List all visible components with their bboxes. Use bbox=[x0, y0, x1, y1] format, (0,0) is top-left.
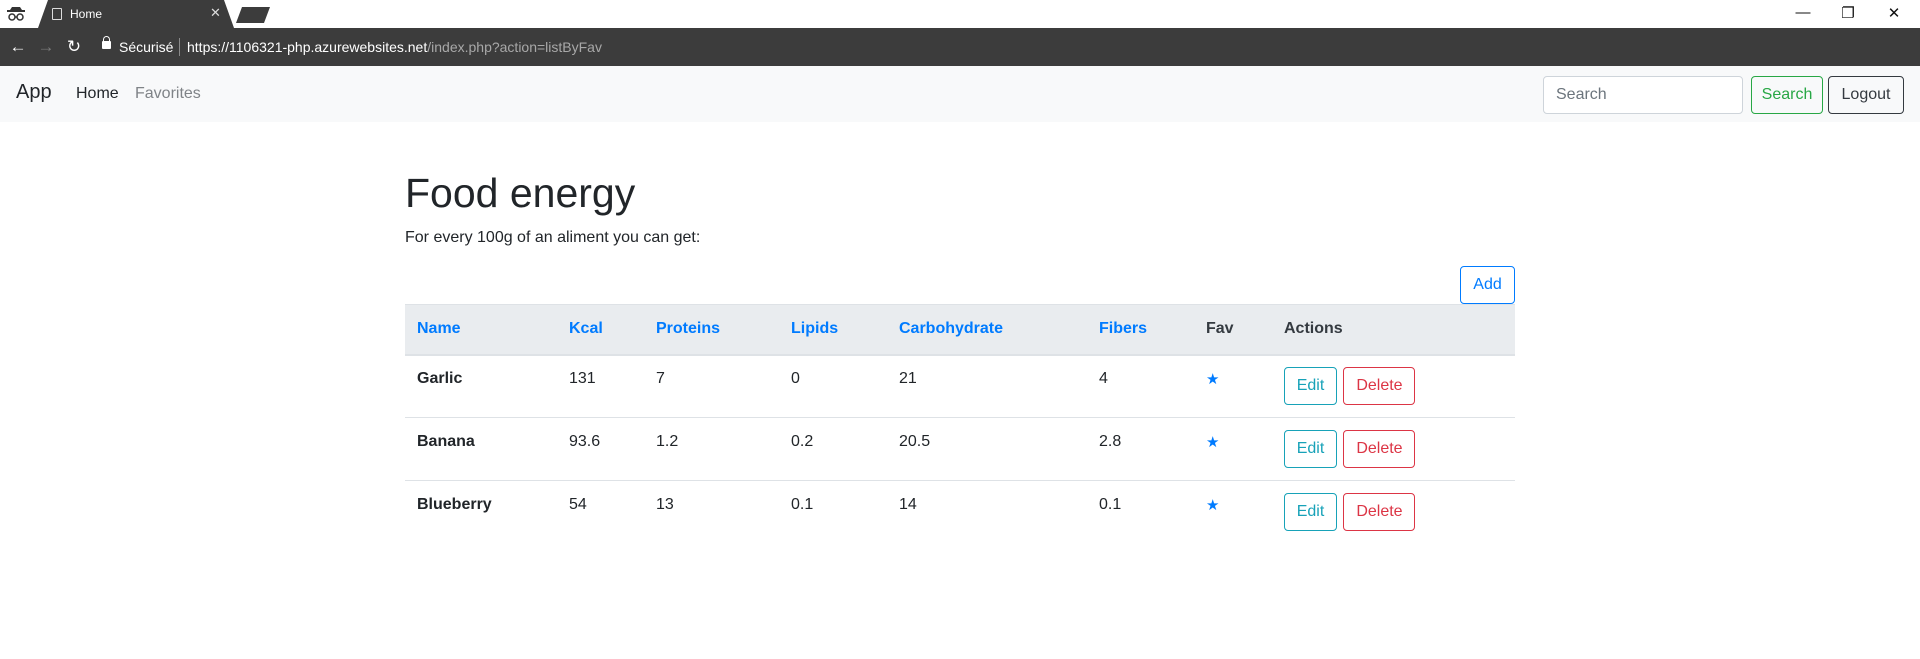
navbar-brand[interactable]: App bbox=[16, 81, 52, 104]
address-bar[interactable]: Sécurisé https://1106321-php.azurewebsit… bbox=[96, 33, 1876, 61]
delete-button[interactable]: Delete bbox=[1343, 367, 1416, 406]
column-header-carbohydrate[interactable]: Carbohydrate bbox=[887, 304, 1087, 356]
food-name: Banana bbox=[417, 433, 475, 450]
column-header-lipids[interactable]: Lipids bbox=[779, 304, 887, 356]
browser-tab-home[interactable]: Home ✕ bbox=[38, 0, 234, 28]
forward-arrow-icon[interactable]: → bbox=[36, 37, 56, 57]
url-path: /index.php?action=listByFav bbox=[427, 39, 602, 55]
browser-titlebar: Home ✕ — ❐ ✕ bbox=[0, 0, 1920, 28]
search-input[interactable] bbox=[1543, 76, 1743, 114]
minimize-icon[interactable]: — bbox=[1793, 4, 1813, 21]
carbohydrate-value: 20.5 bbox=[899, 433, 931, 450]
page-title: Food energy bbox=[405, 170, 636, 216]
column-header-name[interactable]: Name bbox=[405, 304, 557, 356]
lock-icon bbox=[102, 36, 111, 49]
page-icon bbox=[52, 8, 62, 20]
reload-icon[interactable]: ↻ bbox=[64, 37, 84, 57]
fibers-value: 4 bbox=[1099, 370, 1108, 388]
star-icon[interactable]: ★ bbox=[1206, 434, 1219, 451]
cell-lipids: 0.1 bbox=[779, 480, 887, 544]
page-subtitle: For every 100g of an aliment you can get… bbox=[405, 229, 701, 246]
cell-fav: ★ bbox=[1194, 354, 1272, 418]
new-tab-button[interactable] bbox=[236, 7, 270, 23]
cell-actions: Edit Delete bbox=[1272, 417, 1515, 481]
food-table: Name Kcal Proteins Lipids Carbohydrate F… bbox=[405, 304, 1515, 544]
cell-proteins: 7 bbox=[644, 354, 779, 418]
lipids-value: 0 bbox=[791, 370, 800, 388]
url-host: https://1106321-php.azurewebsites.net bbox=[187, 39, 428, 55]
food-name: Garlic bbox=[417, 370, 463, 388]
cell-kcal: 131 bbox=[557, 354, 644, 418]
food-name: Blueberry bbox=[417, 496, 492, 514]
carbohydrate-value: 21 bbox=[899, 370, 917, 388]
edit-button[interactable]: Edit bbox=[1284, 367, 1337, 406]
delete-button[interactable]: Delete bbox=[1343, 430, 1416, 468]
column-header-proteins[interactable]: Proteins bbox=[644, 304, 779, 356]
delete-button[interactable]: Delete bbox=[1343, 493, 1416, 532]
cell-lipids: 0.2 bbox=[779, 417, 887, 481]
add-button[interactable]: Add bbox=[1460, 266, 1515, 304]
lipids-value: 0.2 bbox=[791, 433, 814, 450]
logout-button[interactable]: Logout bbox=[1828, 76, 1904, 114]
cell-kcal: 93.6 bbox=[557, 417, 644, 481]
cell-fav: ★ bbox=[1194, 480, 1272, 544]
proteins-value: 7 bbox=[656, 370, 665, 388]
table-row: Banana 93.6 1.2 0.2 20.5 2.8 ★ Edit Dele… bbox=[405, 417, 1515, 481]
url-text: https://1106321-php.azurewebsites.net/in… bbox=[187, 39, 602, 55]
incognito-icon bbox=[7, 7, 25, 21]
column-header-fibers[interactable]: Fibers bbox=[1087, 304, 1194, 356]
search-button[interactable]: Search bbox=[1751, 76, 1823, 114]
nav-link-favorites[interactable]: Favorites bbox=[135, 85, 201, 103]
cell-fav: ★ bbox=[1194, 417, 1272, 481]
close-icon[interactable]: ✕ bbox=[1884, 4, 1904, 22]
kcal-value: 54 bbox=[569, 496, 587, 514]
app-navbar: App Home Favorites Search Logout bbox=[0, 66, 1920, 122]
column-header-actions: Actions bbox=[1272, 304, 1515, 356]
star-icon[interactable]: ★ bbox=[1206, 497, 1219, 514]
cell-kcal: 54 bbox=[557, 480, 644, 544]
close-icon[interactable]: ✕ bbox=[210, 5, 221, 21]
star-icon[interactable]: ★ bbox=[1206, 371, 1219, 388]
nav-link-home[interactable]: Home bbox=[76, 85, 119, 103]
column-header-fav: Fav bbox=[1194, 304, 1272, 356]
cell-actions: Edit Delete bbox=[1272, 480, 1515, 544]
proteins-value: 13 bbox=[656, 496, 674, 514]
table-header-row: Name Kcal Proteins Lipids Carbohydrate F… bbox=[405, 304, 1515, 356]
back-arrow-icon[interactable]: ← bbox=[8, 37, 28, 57]
fibers-value: 0.1 bbox=[1099, 496, 1122, 514]
proteins-value: 1.2 bbox=[656, 433, 679, 450]
cell-lipids: 0 bbox=[779, 354, 887, 418]
secure-label: Sécurisé bbox=[119, 39, 174, 55]
cell-name: Garlic bbox=[405, 354, 557, 418]
cell-carbohydrate: 20.5 bbox=[887, 417, 1087, 481]
cell-carbohydrate: 14 bbox=[887, 480, 1087, 544]
cell-fibers: 4 bbox=[1087, 354, 1194, 418]
cell-proteins: 13 bbox=[644, 480, 779, 544]
kcal-value: 93.6 bbox=[569, 433, 601, 450]
tab-title: Home bbox=[70, 7, 103, 21]
browser-toolbar: ← → ↻ Sécurisé https://1106321-php.azure… bbox=[0, 28, 1920, 66]
cell-name: Banana bbox=[405, 417, 557, 481]
edit-button[interactable]: Edit bbox=[1284, 493, 1337, 532]
table-row: Garlic 131 7 0 21 4 ★ Edit Delete bbox=[405, 354, 1515, 418]
kcal-value: 131 bbox=[569, 370, 596, 388]
cell-fibers: 2.8 bbox=[1087, 417, 1194, 481]
cell-proteins: 1.2 bbox=[644, 417, 779, 481]
address-separator bbox=[179, 38, 180, 56]
restore-icon[interactable]: ❐ bbox=[1838, 4, 1858, 22]
edit-button[interactable]: Edit bbox=[1284, 430, 1337, 468]
cell-actions: Edit Delete bbox=[1272, 354, 1515, 418]
carbohydrate-value: 14 bbox=[899, 496, 917, 514]
lipids-value: 0.1 bbox=[791, 496, 814, 514]
column-header-kcal[interactable]: Kcal bbox=[557, 304, 644, 356]
cell-name: Blueberry bbox=[405, 480, 557, 544]
table-row: Blueberry 54 13 0.1 14 0.1 ★ Edit Delete bbox=[405, 480, 1515, 544]
fibers-value: 2.8 bbox=[1099, 433, 1122, 450]
cell-fibers: 0.1 bbox=[1087, 480, 1194, 544]
cell-carbohydrate: 21 bbox=[887, 354, 1087, 418]
